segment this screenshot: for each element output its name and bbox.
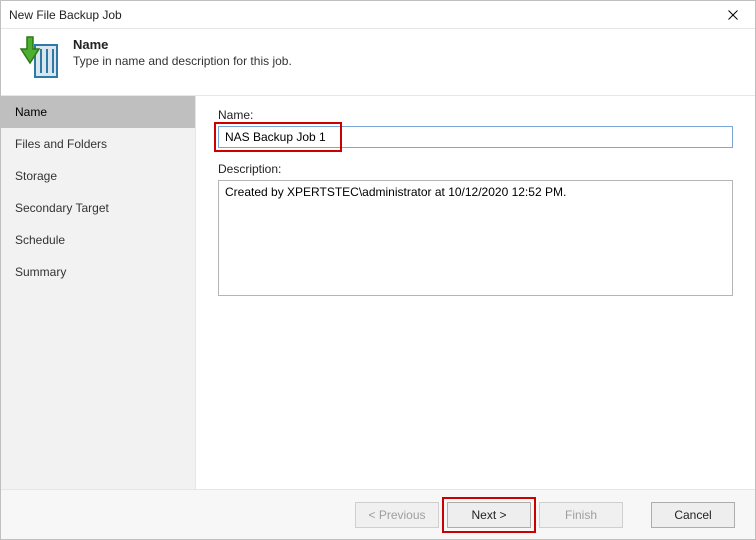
step-storage[interactable]: Storage [1, 160, 195, 192]
name-input-wrap [218, 126, 733, 148]
step-secondary-target[interactable]: Secondary Target [1, 192, 195, 224]
name-input[interactable] [218, 126, 733, 148]
description-textarea[interactable] [218, 180, 733, 296]
titlebar: New File Backup Job [1, 1, 755, 29]
finish-button[interactable]: Finish [539, 502, 623, 528]
step-files-and-folders[interactable]: Files and Folders [1, 128, 195, 160]
wizard-header-icon [15, 35, 61, 81]
wizard-header-text: Name Type in name and description for th… [73, 35, 292, 68]
wizard-header-title: Name [73, 37, 292, 52]
step-summary[interactable]: Summary [1, 256, 195, 288]
close-icon [728, 10, 738, 20]
wizard-header: Name Type in name and description for th… [1, 29, 755, 95]
name-label: Name: [218, 108, 733, 122]
next-button-wrap: Next > [447, 502, 531, 528]
wizard-header-subtitle: Type in name and description for this jo… [73, 54, 292, 68]
close-button[interactable] [711, 1, 755, 29]
wizard-body: Name Files and Folders Storage Secondary… [1, 95, 755, 489]
step-name[interactable]: Name [1, 96, 195, 128]
previous-button[interactable]: < Previous [355, 502, 439, 528]
cancel-button[interactable]: Cancel [651, 502, 735, 528]
next-button[interactable]: Next > [447, 502, 531, 528]
wizard-content: Name: Description: [196, 96, 755, 489]
wizard-sidebar: Name Files and Folders Storage Secondary… [1, 96, 196, 489]
wizard-footer: < Previous Next > Finish Cancel [1, 489, 755, 539]
step-schedule[interactable]: Schedule [1, 224, 195, 256]
window-title: New File Backup Job [9, 8, 711, 22]
description-label: Description: [218, 162, 733, 176]
wizard-window: New File Backup Job Name Type in name an… [0, 0, 756, 540]
